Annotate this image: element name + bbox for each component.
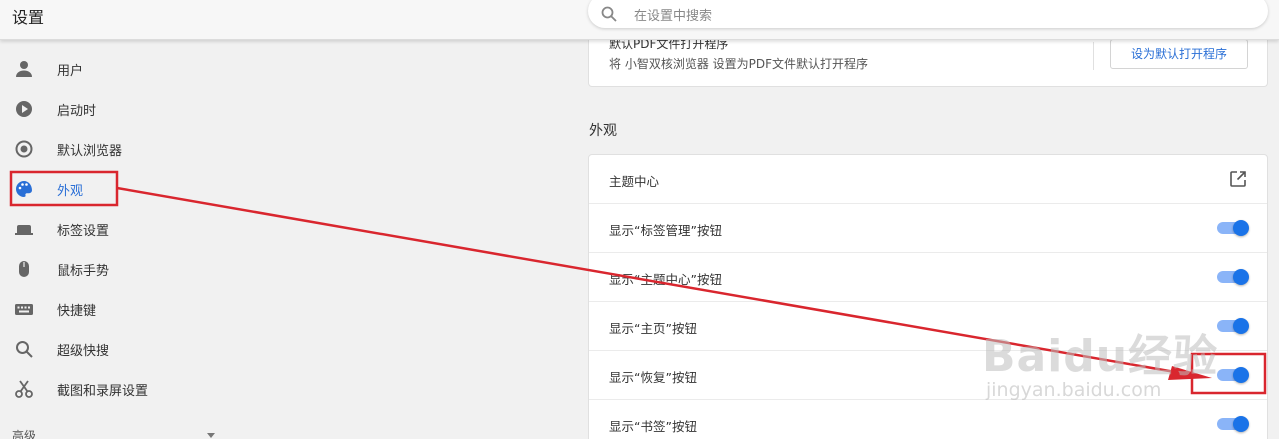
sidebar-item-label: 鼠标手势 <box>57 264 110 279</box>
toggle-knob <box>1233 416 1249 432</box>
sidebar-item-label: 用户 <box>57 64 84 79</box>
setting-label: 显示“书签”按钮 <box>609 419 697 434</box>
sidebar-item-default-browser[interactable]: 默认浏览器 <box>0 128 238 168</box>
sidebar-item-label: 启动时 <box>57 104 97 119</box>
search-input[interactable]: 在设置中搜索 <box>634 5 712 24</box>
sidebar-item-label: 默认浏览器 <box>57 144 123 159</box>
show-restore-toggle[interactable] <box>1217 367 1249 383</box>
show-theme-center-toggle[interactable] <box>1217 269 1249 285</box>
search-icon <box>601 6 617 22</box>
setting-label: 显示“标签管理”按钮 <box>609 223 722 238</box>
sidebar-item-appearance[interactable]: 外观 <box>0 168 238 208</box>
chevron-down-icon[interactable] <box>206 432 216 439</box>
page-title: 设置 <box>12 8 45 27</box>
sidebar-item-shortcuts[interactable]: 快捷键 <box>0 288 238 328</box>
sidebar-item-label: 标签设置 <box>57 224 110 239</box>
divider <box>1093 42 1094 70</box>
toggle-knob <box>1233 367 1249 383</box>
search-icon <box>16 341 33 358</box>
sidebar-item-label: 外观 <box>57 184 84 199</box>
pdf-setting-description: 将 小智双核浏览器 设置为PDF文件默认打开程序 <box>609 57 869 71</box>
tab-icon <box>15 225 33 235</box>
show-bookmarks-row: 显示“书签”按钮 <box>589 400 1267 439</box>
show-tab-manager-row: 显示“标签管理”按钮 <box>589 204 1267 253</box>
scissors-icon <box>15 380 33 398</box>
sidebar-advanced-toggle[interactable]: 高级 <box>12 427 36 439</box>
show-theme-center-row: 显示“主题中心”按钮 <box>589 253 1267 302</box>
sidebar: 用户 启动时 默认浏览器 外观 标签设置 鼠标手势 快捷键 超级快搜 截图和录屏… <box>0 41 238 439</box>
play-icon <box>16 101 32 117</box>
sidebar-item-tab-settings[interactable]: 标签设置 <box>0 208 238 248</box>
sidebar-item-super-search[interactable]: 超级快搜 <box>0 328 238 368</box>
sidebar-item-label: 截图和录屏设置 <box>57 384 149 399</box>
mouse-icon <box>19 261 29 277</box>
setting-label: 显示“主题中心”按钮 <box>609 272 722 287</box>
default-pdf-card: 默认PDF文件打开程序 将 小智双核浏览器 设置为PDF文件默认打开程序 设为默… <box>588 37 1268 87</box>
keyboard-icon <box>15 304 33 315</box>
sidebar-item-user[interactable]: 用户 <box>0 48 238 88</box>
show-tab-manager-toggle[interactable] <box>1217 220 1249 236</box>
sidebar-item-label: 超级快搜 <box>57 344 110 359</box>
watermark-url: jingyan.baidu.com <box>986 379 1162 401</box>
palette-icon <box>16 181 32 197</box>
user-icon <box>16 61 32 77</box>
section-heading-appearance: 外观 <box>589 123 617 139</box>
external-link-icon[interactable] <box>1229 170 1247 188</box>
toggle-knob <box>1233 220 1249 236</box>
watermark-logo: Baidu经验 <box>982 331 1219 382</box>
set-default-button[interactable]: 设为默认打开程序 <box>1110 39 1248 69</box>
sidebar-item-label: 快捷键 <box>57 304 97 319</box>
setting-label: 显示“恢复”按钮 <box>609 370 697 385</box>
theme-center-row[interactable]: 主题中心 <box>589 155 1267 204</box>
show-bookmarks-toggle[interactable] <box>1217 416 1249 432</box>
sidebar-item-screenshot-settings[interactable]: 截图和录屏设置 <box>0 368 238 408</box>
toggle-knob <box>1233 269 1249 285</box>
toggle-knob <box>1233 318 1249 334</box>
sidebar-item-startup[interactable]: 启动时 <box>0 88 238 128</box>
show-home-toggle[interactable] <box>1217 318 1249 334</box>
search-box[interactable]: 在设置中搜索 <box>588 0 1268 28</box>
sidebar-item-mouse-gestures[interactable]: 鼠标手势 <box>0 248 238 288</box>
appearance-card: 主题中心 显示“标签管理”按钮 显示“主题中心”按钮 显示“主页”按钮 显示“恢… <box>588 154 1268 439</box>
browser-icon <box>15 140 33 158</box>
top-bar: 设置 在设置中搜索 <box>0 0 1279 40</box>
setting-label: 显示“主页”按钮 <box>609 321 697 336</box>
setting-label: 主题中心 <box>609 174 660 189</box>
